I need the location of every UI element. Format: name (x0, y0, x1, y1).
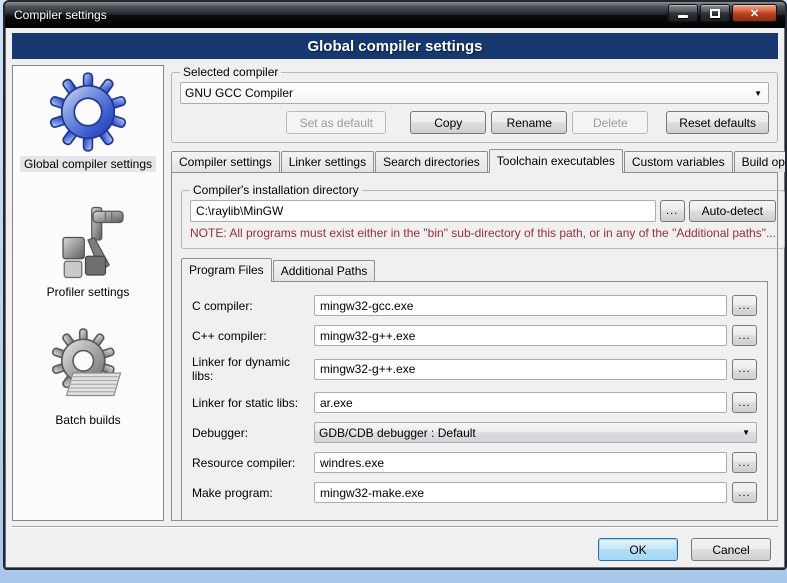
compiler-select[interactable]: GNU GCC Compiler ▼ (180, 82, 769, 104)
field-row-make-program: Make program: ... (192, 482, 757, 503)
tab-search-directories[interactable]: Search directories (375, 151, 488, 172)
browse-resource-compiler-button[interactable]: ... (732, 452, 757, 473)
sidebar-item-profiler-settings[interactable]: Profiler settings (43, 198, 134, 300)
close-icon: ✕ (750, 7, 759, 20)
tab-program-files[interactable]: Program Files (181, 258, 272, 282)
field-label: Resource compiler: (192, 456, 314, 470)
set-as-default-button[interactable]: Set as default (286, 111, 386, 134)
installation-directory-group: Compiler's installation directory ... Au… (181, 183, 785, 249)
make-program-input[interactable] (314, 482, 727, 503)
program-files-tabbar: Program Files Additional Paths (181, 258, 768, 281)
cancel-button[interactable]: Cancel (691, 538, 771, 561)
program-files-panel: C compiler: ... C++ compiler: ... Linker… (181, 281, 768, 521)
debugger-select-value: GDB/CDB debugger : Default (319, 426, 740, 440)
browse-static-linker-button[interactable]: ... (732, 392, 757, 413)
field-label: Linker for static libs: (192, 396, 314, 410)
minimize-button[interactable] (668, 4, 698, 22)
browse-make-program-button[interactable]: ... (732, 482, 757, 503)
page-title: Global compiler settings (12, 33, 778, 59)
tab-toolchain-executables[interactable]: Toolchain executables (489, 149, 623, 173)
settings-category-sidebar: Global compiler settings (12, 65, 164, 521)
field-row-cpp-compiler: C++ compiler: ... (192, 325, 757, 346)
caliper-icon (48, 198, 128, 282)
cpp-compiler-input[interactable] (314, 325, 727, 346)
browse-directory-button[interactable]: ... (660, 200, 685, 222)
tab-build-options[interactable]: Build options (734, 151, 787, 172)
installation-directory-legend: Compiler's installation directory (190, 183, 362, 197)
copy-button[interactable]: Copy (410, 111, 486, 134)
compiler-actions: Set as default Copy Rename Delete Reset … (180, 111, 769, 134)
dialog-content: Global compiler settings (5, 28, 785, 568)
sidebar-item-batch-builds[interactable]: Batch builds (48, 326, 128, 428)
rename-button[interactable]: Rename (491, 111, 567, 134)
delete-button[interactable]: Delete (572, 111, 648, 134)
close-button[interactable]: ✕ (732, 4, 777, 22)
selected-compiler-legend: Selected compiler (180, 65, 281, 79)
field-label: Make program: (192, 486, 314, 500)
titlebar[interactable]: Compiler settings ✕ (5, 2, 785, 28)
field-row-dynamic-linker: Linker for dynamic libs: ... (192, 355, 757, 383)
sidebar-item-global-compiler-settings[interactable]: Global compiler settings (20, 70, 156, 172)
caption-buttons: ✕ (668, 4, 777, 22)
sidebar-item-label: Batch builds (51, 412, 124, 428)
tab-compiler-settings[interactable]: Compiler settings (171, 151, 280, 172)
field-label: C++ compiler: (192, 329, 314, 343)
browse-dynamic-linker-button[interactable]: ... (732, 359, 757, 380)
installation-directory-input[interactable] (190, 200, 656, 222)
settings-tabbar: Compiler settings Linker settings Search… (171, 148, 778, 172)
static-linker-input[interactable] (314, 392, 727, 413)
batch-builds-icon (48, 326, 128, 410)
tab-additional-paths[interactable]: Additional Paths (273, 260, 376, 281)
field-label: C compiler: (192, 299, 314, 313)
resource-compiler-input[interactable] (314, 452, 727, 473)
chevron-down-icon: ▼ (752, 89, 764, 98)
blue-gear-icon (48, 70, 128, 154)
field-label: Debugger: (192, 426, 314, 440)
sidebar-item-label: Profiler settings (43, 284, 134, 300)
maximize-icon (710, 9, 720, 18)
debugger-select[interactable]: GDB/CDB debugger : Default ▼ (314, 422, 757, 443)
field-row-debugger: Debugger: GDB/CDB debugger : Default ▼ (192, 422, 757, 443)
browse-c-compiler-button[interactable]: ... (732, 295, 757, 316)
ok-button[interactable]: OK (598, 538, 678, 561)
sidebar-item-label: Global compiler settings (20, 156, 156, 172)
dialog-footer: OK Cancel (12, 528, 778, 561)
install-directory-note: NOTE: All programs must exist either in … (190, 226, 776, 240)
selected-compiler-group: Selected compiler GNU GCC Compiler ▼ Set… (171, 65, 778, 143)
compiler-select-value: GNU GCC Compiler (185, 86, 752, 100)
field-label: Linker for dynamic libs: (192, 355, 314, 383)
maximize-button[interactable] (700, 4, 730, 22)
toolchain-executables-panel: Compiler's installation directory ... Au… (171, 172, 778, 521)
field-row-c-compiler: C compiler: ... (192, 295, 757, 316)
chevron-down-icon: ▼ (740, 428, 752, 437)
field-row-resource-compiler: Resource compiler: ... (192, 452, 757, 473)
reset-defaults-button[interactable]: Reset defaults (666, 111, 769, 134)
minimize-icon (678, 15, 688, 18)
compiler-settings-dialog: Compiler settings ✕ Global compiler sett… (3, 0, 787, 570)
auto-detect-button[interactable]: Auto-detect (689, 200, 776, 222)
dynamic-linker-input[interactable] (314, 359, 727, 380)
field-row-static-linker: Linker for static libs: ... (192, 392, 757, 413)
tab-custom-variables[interactable]: Custom variables (624, 151, 733, 172)
c-compiler-input[interactable] (314, 295, 727, 316)
tab-linker-settings[interactable]: Linker settings (281, 151, 374, 172)
window-title: Compiler settings (14, 8, 107, 22)
browse-cpp-compiler-button[interactable]: ... (732, 325, 757, 346)
